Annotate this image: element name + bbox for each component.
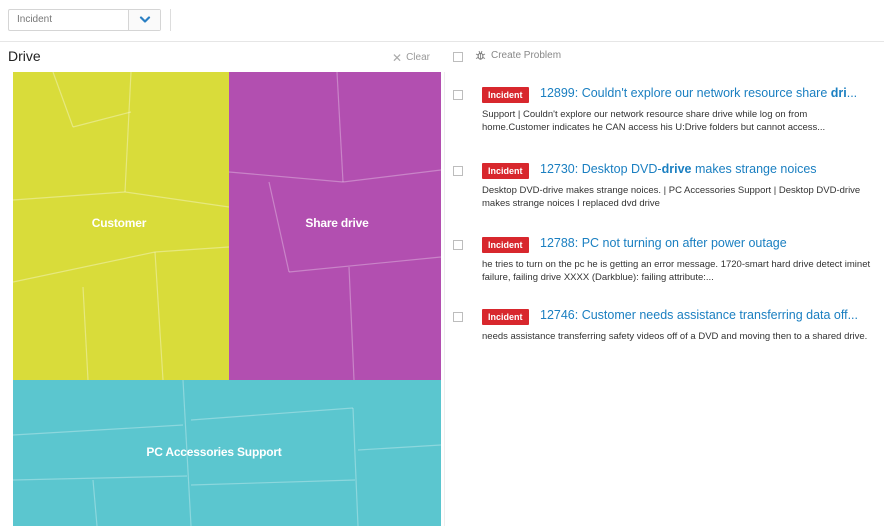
treemap-tile-customer[interactable]: Customer [13, 72, 229, 380]
status-badge: Incident [482, 237, 529, 253]
list-item[interactable]: Incident 12899: Couldn't explore our net… [449, 84, 879, 154]
title-highlight: dri [830, 86, 847, 100]
status-badge: Incident [482, 309, 529, 325]
title-text: 12788: PC not turning on after power out… [540, 236, 787, 250]
list-item[interactable]: Incident 12788: PC not turning on after … [449, 234, 879, 304]
panel-divider [444, 72, 445, 526]
treemap-label-customer: Customer [91, 216, 147, 230]
result-title-link[interactable]: 12788: PC not turning on after power out… [540, 236, 872, 250]
record-type-select[interactable]: Incident [8, 9, 161, 31]
status-badge: Incident [482, 87, 529, 103]
result-title-link[interactable]: 12730: Desktop DVD-drive makes strange n… [540, 162, 872, 176]
status-badge: Incident [482, 163, 529, 179]
treemap: Customer Share drive PC Accessories Supp… [13, 72, 441, 526]
item-checkbox[interactable] [453, 166, 463, 176]
result-description: Desktop DVD-drive makes strange noices. … [482, 185, 861, 209]
result-description: Support | Couldn't explore our network r… [482, 109, 826, 133]
list-item[interactable]: Incident 12746: Customer needs assistanc… [449, 306, 879, 376]
results-header: Create Problem [449, 44, 879, 70]
bug-icon [475, 50, 486, 60]
title-text-end: ... [846, 86, 858, 100]
item-checkbox[interactable] [453, 240, 463, 250]
select-all-checkbox[interactable] [453, 52, 463, 62]
result-title-link[interactable]: 12899: Couldn't explore our network reso… [540, 86, 872, 100]
create-problem-label: Create Problem [491, 50, 562, 61]
treemap-tile-pc-accessories-support[interactable]: PC Accessories Support [13, 380, 441, 526]
title-highlight: drive [661, 162, 692, 176]
title-text: 12730: Desktop DVD- [540, 162, 662, 176]
record-type-value: Incident [17, 14, 53, 25]
dropdown-toggle-button[interactable] [128, 10, 160, 30]
list-item[interactable]: Incident 12730: Desktop DVD-drive makes … [449, 160, 879, 230]
title-text: 12899: Couldn't explore our network reso… [540, 86, 831, 100]
panel-title: Drive [8, 48, 41, 64]
result-description: needs assistance transferring safety vid… [482, 331, 868, 342]
item-checkbox[interactable] [453, 90, 463, 100]
toolbar-divider [170, 9, 171, 31]
chevron-down-icon [139, 16, 150, 23]
treemap-label-pc-accessories-support: PC Accessories Support [146, 445, 282, 459]
treemap-label-share-drive: Share drive [305, 216, 369, 230]
close-icon: ✕ [392, 50, 403, 65]
result-title-link[interactable]: 12746: Customer needs assistance transfe… [540, 308, 872, 322]
create-problem-button[interactable]: Create Problem [475, 50, 561, 61]
treemap-header: Drive ✕ Clear [0, 44, 440, 70]
result-description: he tries to turn on the pc he is getting… [482, 259, 871, 283]
top-filter-bar: Incident [0, 0, 884, 42]
treemap-tile-share-drive[interactable]: Share drive [229, 72, 441, 380]
clear-label: Clear [406, 52, 430, 63]
clear-button[interactable]: ✕ Clear [392, 50, 430, 65]
item-checkbox[interactable] [453, 312, 463, 322]
title-text-end: makes strange noices [691, 162, 817, 176]
title-text: 12746: Customer needs assistance transfe… [540, 308, 859, 322]
